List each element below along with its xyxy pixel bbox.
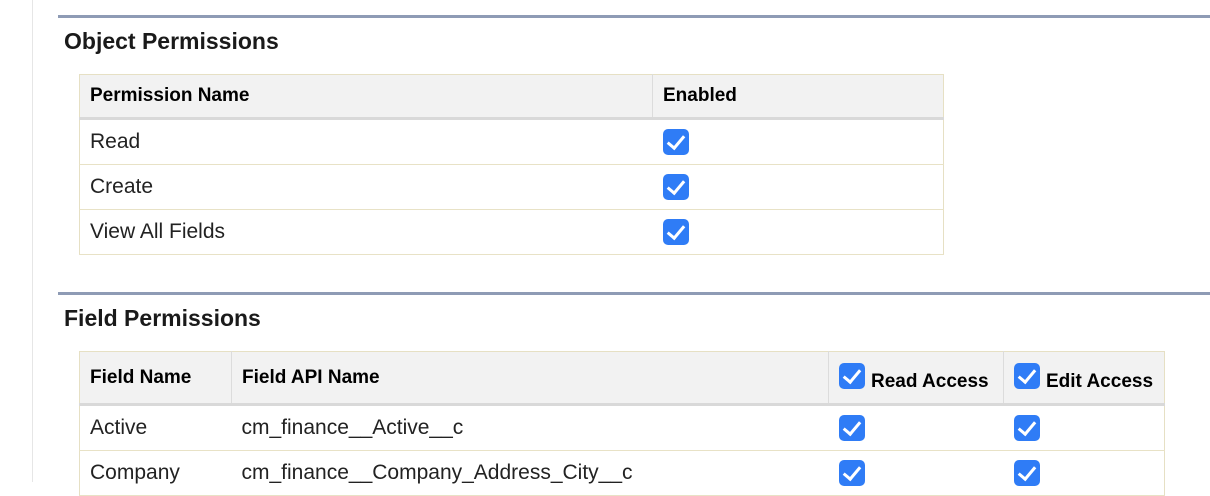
object-permissions-rule [58,15,1210,18]
field-permissions-title: Field Permissions [64,305,261,331]
enabled-checkbox[interactable] [662,129,689,155]
column-header-field-name: Field Name [79,351,232,406]
read-access-select-all-checkbox[interactable] [839,362,865,389]
table-header-row: Field Name Field API Name Read Access Ed… [79,351,1165,406]
field-api-name: cm_finance__Active__c [231,404,829,451]
page-left-border [32,0,33,482]
edit-access-cell [1003,450,1165,496]
field-name: Active [79,404,232,451]
table-row: Read [79,118,944,165]
enabled-checkbox[interactable] [662,174,689,200]
field-permissions-table: Field Name Field API Name Read Access Ed… [79,351,1165,496]
edit-access-checkbox[interactable] [1013,415,1040,441]
column-header-field-api-name: Field API Name [231,351,829,406]
enabled-cell [652,164,944,210]
permission-name: View All Fields [79,209,653,255]
read-access-label: Read Access [871,370,989,392]
field-permissions-rule [58,292,1210,295]
permission-name: Read [79,118,653,165]
read-access-cell [828,450,1004,496]
column-header-enabled: Enabled [652,74,944,120]
object-permissions-table: Permission Name Enabled Read Create View… [79,74,944,255]
enabled-cell [652,118,944,165]
table-header-row: Permission Name Enabled [79,74,944,120]
edit-access-cell [1003,404,1165,451]
field-api-name: cm_finance__Company_Address_City__c [231,450,829,496]
table-row: View All Fields [79,209,944,255]
column-header-permission-name: Permission Name [79,74,653,120]
table-row: Active cm_finance__Active__c [79,404,1165,451]
edit-access-label: Edit Access [1046,370,1154,392]
table-row: Create [79,164,944,210]
read-access-checkbox[interactable] [838,460,865,486]
field-name: Company [79,450,232,496]
edit-access-select-all-checkbox[interactable] [1014,362,1040,389]
permission-name: Create [79,164,653,210]
column-header-edit-access: Edit Access [1003,351,1165,406]
column-header-read-access: Read Access [828,351,1004,406]
edit-access-checkbox[interactable] [1013,460,1040,486]
read-access-checkbox[interactable] [838,415,865,441]
read-access-cell [828,404,1004,451]
table-row: Company cm_finance__Company_Address_City… [79,450,1165,496]
enabled-cell [652,209,944,255]
object-permissions-title: Object Permissions [64,28,279,54]
enabled-checkbox[interactable] [662,219,689,245]
